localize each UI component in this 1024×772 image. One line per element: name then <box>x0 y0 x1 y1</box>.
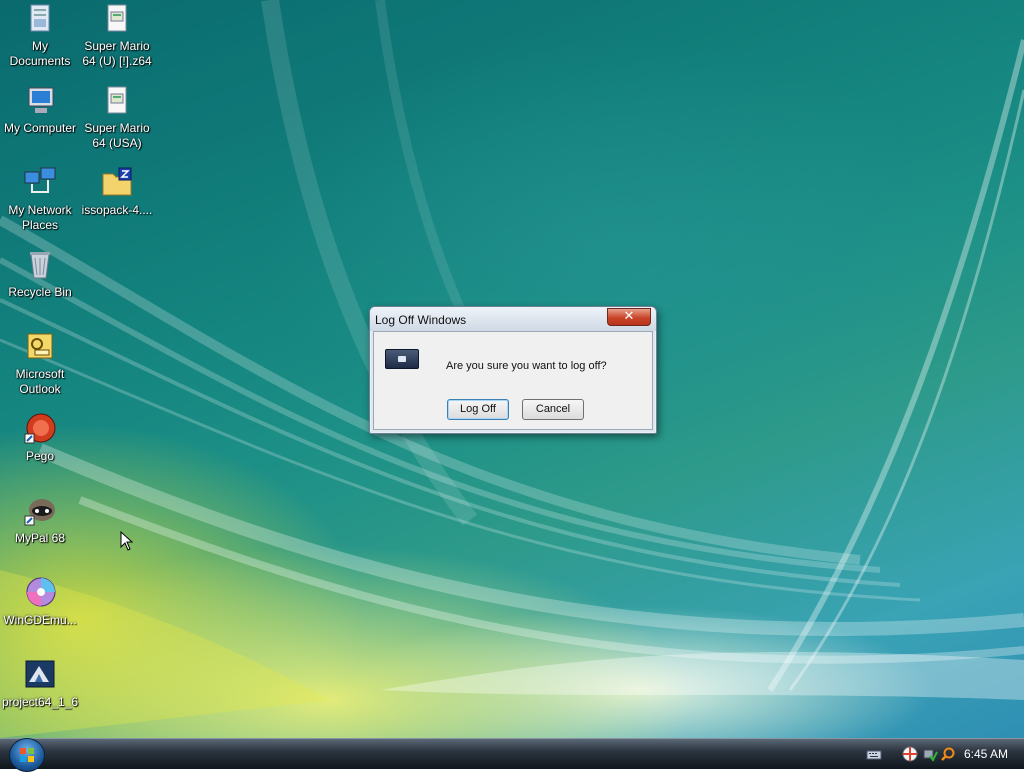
desktop-icon-label: Recycle Bin <box>8 285 72 299</box>
search-icon[interactable] <box>940 746 956 762</box>
keyboard-icon[interactable] <box>866 746 882 762</box>
desktop-icon-my-documents[interactable]: My Documents <box>1 2 79 69</box>
desktop-icon-mypal-68[interactable]: MyPal 68 <box>1 494 79 546</box>
log-off-lock-icon <box>385 349 419 369</box>
desktop-icon-label: My Network Places <box>8 203 72 232</box>
desktop-icon-label: Super Mario 64 (U) [!].z64 <box>82 39 152 68</box>
desktop-icon-my-computer[interactable]: My Computer <box>1 84 79 136</box>
safe-remove-icon[interactable] <box>922 746 938 762</box>
computer-icon <box>23 84 57 118</box>
desktop[interactable]: My Documents My Computer My Network Plac… <box>0 0 1024 738</box>
cancel-button[interactable]: Cancel <box>522 399 584 420</box>
zip-folder-icon <box>100 166 134 200</box>
rom-file-icon <box>100 2 134 36</box>
dialog-title: Log Off Windows <box>375 313 467 327</box>
desktop-icon-microsoft-outlook[interactable]: Microsoft Outlook <box>1 330 79 397</box>
windows-logo-icon <box>20 748 34 762</box>
desktop-icon-super-mario-64-u[interactable]: Super Mario 64 (U) [!].z64 <box>78 2 156 69</box>
desktop-icon-pego[interactable]: Pego <box>1 412 79 464</box>
desktop-icon-super-mario-64-usa[interactable]: Super Mario 64 (USA) <box>78 84 156 151</box>
disc-emulator-icon <box>23 576 57 610</box>
desktop-icon-label: MyPal 68 <box>14 531 66 545</box>
mypal-icon <box>23 494 57 528</box>
security-center-icon[interactable] <box>902 746 918 762</box>
close-button[interactable]: ✕ <box>607 308 651 326</box>
desktop-icon-label: issopack-4.... <box>81 203 153 217</box>
dialog-titlebar[interactable]: Log Off Windows ✕ <box>370 307 656 331</box>
desktop-icon-my-network-places[interactable]: My Network Places <box>1 166 79 233</box>
documents-folder-icon <box>23 2 57 36</box>
start-button[interactable] <box>9 738 45 772</box>
desktop-icon-label: My Documents <box>9 39 71 68</box>
network-icon <box>23 166 57 200</box>
desktop-icon-label: project64_1_6 <box>1 695 79 709</box>
dialog-message: Are you sure you want to log off? <box>446 360 607 372</box>
project64-icon <box>23 658 57 692</box>
desktop-icon-label: Microsoft Outlook <box>15 367 65 396</box>
dialog-body: Are you sure you want to log off? Log Of… <box>373 331 653 430</box>
rom-file-icon <box>100 84 134 118</box>
desktop-icon-wingdemu[interactable]: WinGDEmu... <box>1 576 79 628</box>
desktop-icon-label: Pego <box>25 449 55 463</box>
recycle-bin-icon <box>23 248 57 282</box>
desktop-icon-label: My Computer <box>3 121 77 135</box>
taskbar-clock[interactable]: 6:45 AM <box>964 747 1008 761</box>
mouse-cursor-icon <box>120 531 134 551</box>
outlook-icon <box>23 330 57 364</box>
desktop-icon-recycle-bin[interactable]: Recycle Bin <box>1 248 79 300</box>
taskbar: 6:45 AM <box>0 738 1024 772</box>
log-off-button[interactable]: Log Off <box>447 399 509 420</box>
pego-icon <box>23 412 57 446</box>
desktop-icon-label: WinGDEmu... <box>3 613 77 627</box>
log-off-dialog: Log Off Windows ✕ Are you sure you want … <box>369 306 657 434</box>
desktop-icon-project64[interactable]: project64_1_6 <box>1 658 79 710</box>
desktop-icon-label: Super Mario 64 (USA) <box>84 121 150 150</box>
desktop-icon-issopack[interactable]: issopack-4.... <box>78 166 156 218</box>
